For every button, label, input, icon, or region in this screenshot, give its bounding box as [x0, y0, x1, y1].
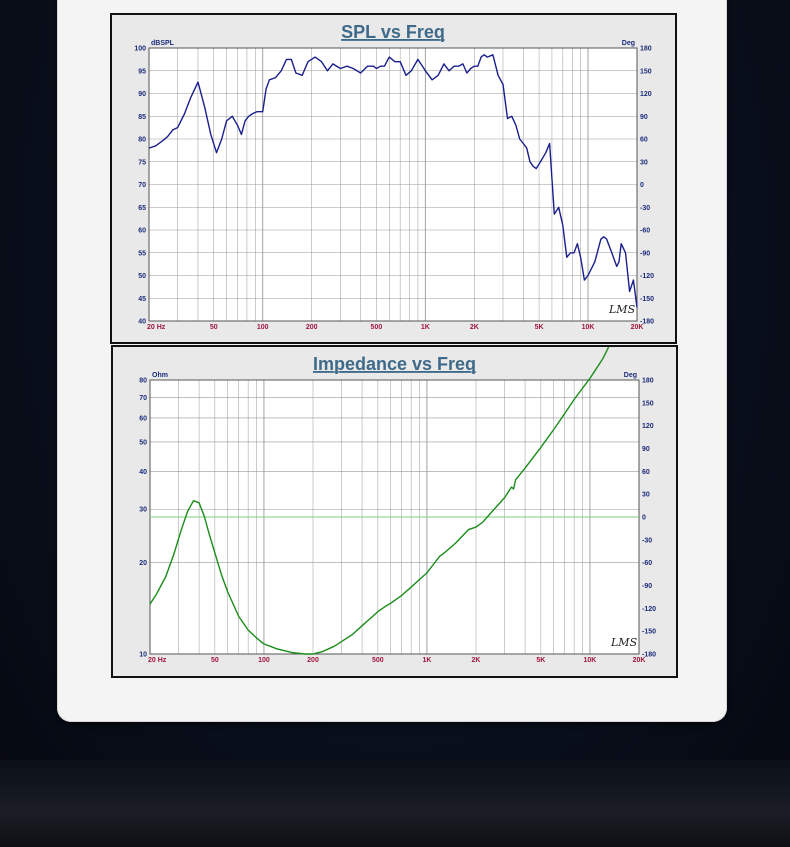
x-tick-label: 10K [584, 657, 597, 664]
y-tick-label: 20 [139, 560, 147, 567]
x-tick-label: 2K [470, 324, 479, 331]
x-tick-label: 500 [372, 657, 384, 664]
y-tick-label: 60 [139, 415, 147, 422]
x-tick-label: 20 Hz [147, 324, 166, 331]
y-tick-label: 100 [134, 46, 146, 53]
chart-title: Impedance vs Freq [313, 354, 476, 374]
y2-tick-label: -150 [642, 629, 656, 636]
x-tick-label: 20K [633, 657, 646, 664]
y-tick-label: 95 [138, 68, 146, 75]
x-tick-label: 20K [631, 324, 644, 331]
y2-tick-label: -120 [642, 606, 656, 613]
y2-tick-label: -60 [642, 560, 652, 567]
y-tick-label: 40 [138, 319, 146, 326]
y-tick-label: 75 [138, 159, 146, 166]
y2-tick-label: -30 [640, 205, 650, 212]
y-tick-label: 50 [139, 439, 147, 446]
x-tick-label: 100 [257, 324, 269, 331]
spl-chart: SPL vs Freq 40 45 50 55 60 65 70 75 80 85 90 95 100 18… [134, 22, 654, 331]
y2-tick-label: 60 [640, 137, 648, 144]
y-tick-label: 30 [139, 507, 147, 514]
y2-tick-label: -90 [640, 250, 650, 257]
y2-tick-label: -120 [640, 273, 654, 280]
y-tick-label: 10 [139, 652, 147, 659]
y2-tick-label: 150 [640, 68, 652, 75]
x-tick-label: 50 [210, 324, 218, 331]
y-tick-label: 50 [138, 273, 146, 280]
impedance-chart: Impedance vs Freq 10 20 30 40 50 60 70 80 180 150 1… [139, 347, 656, 664]
x-tick-label: 5K [536, 657, 545, 664]
y2-tick-label: -30 [642, 537, 652, 544]
y2-tick-label: 0 [640, 182, 644, 189]
y2-tick-label: 60 [642, 469, 650, 476]
x-tick-label: 20 Hz [148, 657, 167, 664]
y2-tick-label: -90 [642, 583, 652, 590]
y2-tick-label: -150 [640, 296, 654, 303]
y-tick-label: 70 [139, 395, 147, 402]
y2-unit-label: Deg [624, 372, 637, 379]
y2-tick-label: 120 [642, 423, 654, 430]
background-floor [0, 760, 790, 847]
y-tick-label: 90 [138, 91, 146, 98]
lms-logo: LMS [608, 303, 636, 316]
x-tick-label: 50 [211, 657, 219, 664]
y-tick-label: 80 [139, 378, 147, 385]
y-tick-label: 45 [138, 296, 146, 303]
y-tick-label: 85 [138, 114, 146, 121]
x-tick-label: 2K [472, 657, 481, 664]
y2-tick-label: 180 [640, 46, 652, 53]
y2-tick-label: 30 [640, 159, 648, 166]
lms-logo: LMS [610, 636, 638, 649]
y2-tick-label: 0 [642, 515, 646, 522]
x-tick-label: 1K [421, 324, 430, 331]
y-unit-label: Ohm [152, 372, 168, 379]
y2-tick-label: 180 [642, 378, 654, 385]
impedance-chart-panel: Impedance vs Freq 10 20 30 40 50 60 70 80 180 150 1… [111, 345, 678, 678]
y-tick-label: 60 [138, 228, 146, 235]
y-unit-label: dBSPL [151, 40, 175, 47]
x-tick-label: 200 [306, 324, 318, 331]
x-tick-label: 200 [307, 657, 319, 664]
y-tick-label: 70 [138, 182, 146, 189]
y-tick-label: 65 [138, 205, 146, 212]
y2-tick-label: 30 [642, 492, 650, 499]
y-tick-label: 55 [138, 250, 146, 257]
y2-tick-label: 90 [640, 114, 648, 121]
x-tick-label: 500 [371, 324, 383, 331]
y2-unit-label: Deg [622, 40, 635, 47]
x-tick-label: 100 [258, 657, 270, 664]
y2-tick-label: -60 [640, 228, 650, 235]
x-tick-label: 10K [582, 324, 595, 331]
y-tick-label: 40 [139, 469, 147, 476]
y2-tick-label: 150 [642, 400, 654, 407]
x-tick-label: 5K [535, 324, 544, 331]
y2-tick-label: 120 [640, 91, 652, 98]
x-tick-label: 1K [422, 657, 431, 664]
y2-tick-label: 90 [642, 446, 650, 453]
spl-chart-panel: SPL vs Freq 40 45 50 55 60 65 70 75 80 85 90 95 100 18… [110, 13, 677, 344]
y-tick-label: 80 [138, 137, 146, 144]
chart-title: SPL vs Freq [341, 22, 445, 42]
